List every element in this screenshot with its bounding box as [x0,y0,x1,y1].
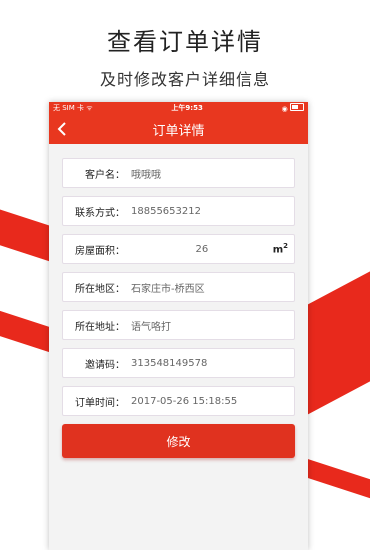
address-value[interactable]: 语气咯打 [131,318,294,333]
unit-base: m [272,244,284,256]
customer-name-value[interactable]: 哦哦哦 [131,166,294,181]
hero-subtitle: 及时修改客户详细信息 [99,70,270,89]
area-value[interactable]: 26 [131,244,273,255]
customer-name-field[interactable]: 客户名： 哦哦哦 [62,158,295,188]
region-value[interactable]: 石家庄市-桥西区 [131,280,294,295]
status-icons: ◉ [282,103,304,113]
field-label: 所在地区： [75,283,125,295]
area-field[interactable]: 房屋面积： 26 m2 [62,234,295,264]
nav-bar: 订单详情 [49,114,308,144]
address-field[interactable]: 所在地址： 语气咯打 [62,310,295,340]
phone-screen: 无 SIM 卡 ᯤ 上午9:53 ◉ 订单详情 客户名： 哦哦哦 联系方式： 1… [49,102,308,550]
hero-title: 查看订单详情 [107,28,263,56]
carrier-text: 无 SIM 卡 ᯤ [53,104,93,112]
field-label: 联系方式： [75,207,125,219]
unit-sup: 2 [283,242,288,251]
status-time: 上午9:53 [171,104,203,112]
battery-icon [289,103,304,111]
field-label: 所在地址： [75,321,125,333]
field-label: 订单时间： [75,397,125,409]
invite-code-value[interactable]: 313548149578 [131,358,294,369]
order-time-value[interactable]: 2017-05-26 15:18:55 [131,396,294,407]
status-bar: 无 SIM 卡 ᯤ 上午9:53 ◉ [49,102,308,114]
field-label: 房屋面积： [75,245,125,257]
field-label: 客户名： [85,169,125,181]
region-field[interactable]: 所在地区： 石家庄市-桥西区 [62,272,295,302]
order-form: 客户名： 哦哦哦 联系方式： 18855653212 房屋面积： 26 m2 所… [49,144,308,550]
field-label: 邀请码： [85,359,125,371]
status-icon: ◉ [281,105,288,113]
modify-button[interactable]: 修改 [62,424,295,458]
invite-code-field[interactable]: 邀请码： 313548149578 [62,348,295,378]
page-title: 订单详情 [152,123,205,139]
contact-value[interactable]: 18855653212 [131,206,294,217]
contact-field[interactable]: 联系方式： 18855653212 [62,196,295,226]
area-unit: m2 [273,242,294,255]
chevron-left-icon[interactable] [55,121,71,137]
order-time-field[interactable]: 订单时间： 2017-05-26 15:18:55 [62,386,295,416]
